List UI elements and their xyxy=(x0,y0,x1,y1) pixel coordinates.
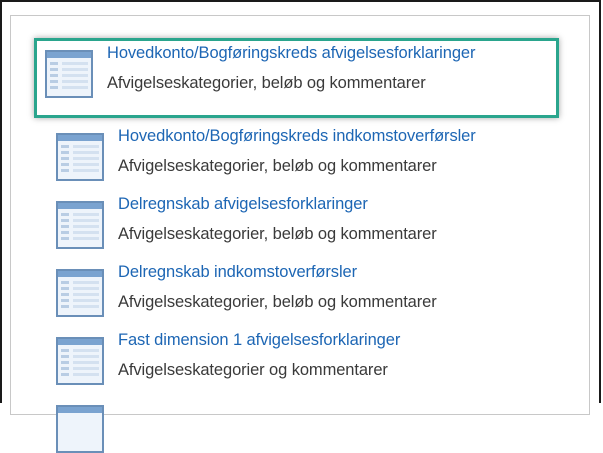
item-description: Afvigelseskategorier, beløb og kommentar… xyxy=(118,157,437,175)
item-title-link[interactable]: Hovedkonto/Bogføringskreds indkomstoverf… xyxy=(118,127,476,146)
item-title-link[interactable]: Delregnskab indkomstoverførsler xyxy=(118,263,357,282)
report-list-icon xyxy=(56,133,104,181)
report-list-icon xyxy=(56,337,104,385)
item-title-link[interactable]: Fast dimension 1 afvigelsesforklaringer xyxy=(118,331,400,350)
report-list-icon xyxy=(56,269,104,317)
item-title-link[interactable]: Delregnskab afvigelsesforklaringer xyxy=(118,195,368,214)
list-item[interactable] xyxy=(45,390,585,453)
item-description: Afvigelseskategorier og kommentarer xyxy=(118,361,388,379)
list-item[interactable]: Hovedkonto/Bogføringskreds afvigelsesfor… xyxy=(34,38,559,118)
report-list-icon xyxy=(45,50,93,98)
item-description: Afvigelseskategorier, beløb og kommentar… xyxy=(107,74,426,92)
item-title-link[interactable]: Hovedkonto/Bogføringskreds afvigelsesfor… xyxy=(107,44,475,63)
list-item[interactable]: Hovedkonto/Bogføringskreds indkomstoverf… xyxy=(45,118,585,181)
item-description: Afvigelseskategorier, beløb og kommentar… xyxy=(118,293,437,311)
report-list-icon xyxy=(56,201,104,249)
report-list-panel: Hovedkonto/Bogføringskreds afvigelsesfor… xyxy=(10,15,590,453)
list-item[interactable]: Delregnskab indkomstoverførsler Afvigels… xyxy=(45,254,585,317)
list-item[interactable]: Delregnskab afvigelsesforklaringer Afvig… xyxy=(45,186,585,249)
report-list-icon xyxy=(56,405,104,453)
list-item[interactable]: Fast dimension 1 afvigelsesforklaringer … xyxy=(45,322,585,385)
item-description: Afvigelseskategorier, beløb og kommentar… xyxy=(118,225,437,243)
